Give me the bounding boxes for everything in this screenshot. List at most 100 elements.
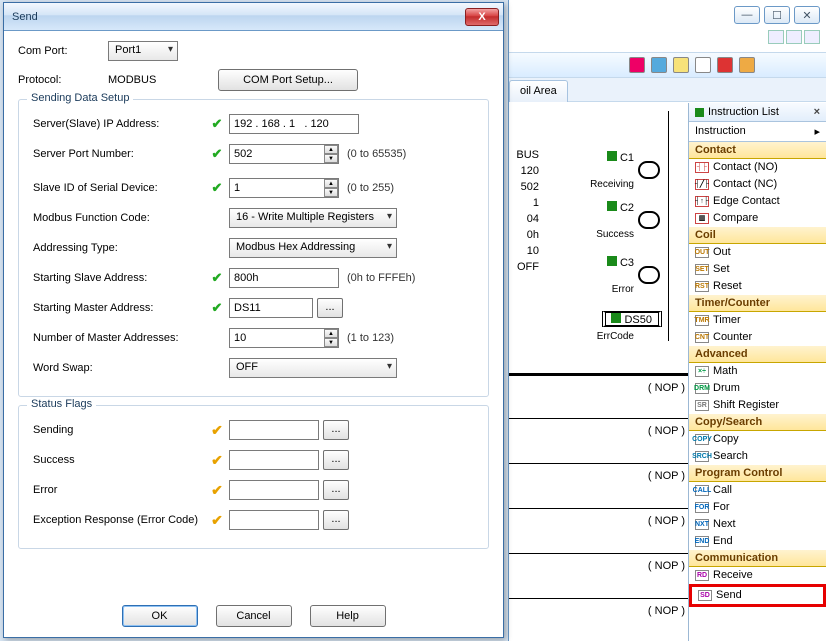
coil-c2-label: C2 — [607, 201, 634, 214]
tab-coil-area[interactable]: oil Area — [509, 80, 568, 102]
item-call[interactable]: CALLCall — [689, 482, 826, 499]
item-contact-no[interactable]: ┤├Contact (NO) — [689, 159, 826, 176]
category-communication: Communication — [689, 550, 826, 567]
spin-up-icon[interactable]: ▲ — [324, 329, 338, 338]
item-drum[interactable]: DRMDrum — [689, 380, 826, 397]
sending-input[interactable] — [229, 420, 319, 440]
slave-addr-label: Starting Slave Address: — [33, 272, 209, 284]
item-edge-contact[interactable]: ┤↑├Edge Contact — [689, 193, 826, 210]
item-counter[interactable]: CNTCounter — [689, 329, 826, 346]
item-compare[interactable]: ▥Compare — [689, 210, 826, 227]
error-label: Error — [33, 484, 209, 496]
close-panel-icon[interactable]: × — [814, 106, 820, 118]
chevron-right-icon: ▸ — [814, 125, 820, 138]
port-label: Server Port Number: — [33, 148, 209, 160]
check-icon: ✔ — [209, 300, 225, 316]
toolbar-icon-4[interactable] — [695, 57, 711, 73]
slaveid-input[interactable] — [229, 178, 339, 198]
browse-button[interactable]: ... — [323, 420, 349, 440]
item-timer[interactable]: TMRTimer — [689, 312, 826, 329]
browse-button[interactable]: ... — [323, 450, 349, 470]
dialog-close-button[interactable]: X — [465, 8, 499, 26]
num-addr-input[interactable] — [229, 328, 339, 348]
item-for[interactable]: FORFor — [689, 499, 826, 516]
ok-button[interactable]: OK — [122, 605, 198, 627]
spin-down-icon[interactable]: ▼ — [324, 338, 338, 347]
master-addr-input[interactable] — [229, 298, 313, 318]
send-instruction-block: BUS 120 502 1 04 0h 10 OFF C1 Receiving … — [509, 111, 669, 341]
cancel-button[interactable]: Cancel — [216, 605, 292, 627]
minimize-button[interactable]: — — [734, 6, 760, 24]
toolbar-icon-1[interactable] — [629, 57, 645, 73]
item-end[interactable]: ENDEnd — [689, 533, 826, 550]
protocol-label: Protocol: — [18, 74, 108, 86]
spin-up-icon[interactable]: ▲ — [324, 145, 338, 154]
item-copy[interactable]: COPYCopy — [689, 431, 826, 448]
ip-input[interactable] — [229, 114, 359, 134]
item-out[interactable]: OUTOut — [689, 244, 826, 261]
addr-type-combo[interactable]: Modbus Hex Addressing — [229, 238, 397, 258]
coil-c2 — [638, 211, 660, 229]
ladder-diagram: BUS 120 502 1 04 0h 10 OFF C1 Receiving … — [509, 103, 693, 641]
instruction-subtitle[interactable]: Instruction ▸ — [689, 122, 826, 142]
swap-combo[interactable]: OFF — [229, 358, 397, 378]
category-contact: Contact — [689, 142, 826, 159]
success-input[interactable] — [229, 450, 319, 470]
nop-text: ( NOP ) — [648, 605, 685, 617]
protocol-value: MODBUS — [108, 74, 218, 86]
help-button[interactable]: Help — [310, 605, 386, 627]
browse-button[interactable]: ... — [317, 298, 343, 318]
item-set[interactable]: SETSet — [689, 261, 826, 278]
func-combo[interactable]: 16 - Write Multiple Registers — [229, 208, 397, 228]
toolbar-icon-5[interactable] — [717, 57, 733, 73]
param-slaveid: 1 — [509, 195, 539, 211]
success-label: Success — [596, 229, 634, 240]
toolbar-icon-2[interactable] — [651, 57, 667, 73]
nop-text: ( NOP ) — [648, 560, 685, 572]
item-contact-nc[interactable]: ┤╱├Contact (NC) — [689, 176, 826, 193]
tab-bar: oil Area — [509, 78, 826, 102]
item-shift-register[interactable]: SRShift Register — [689, 397, 826, 414]
close-app-button[interactable]: ✕ — [794, 6, 820, 24]
item-receive[interactable]: RDReceive — [689, 567, 826, 584]
mdi-restore-icon[interactable] — [786, 30, 802, 44]
toolbar-icon-3[interactable] — [673, 57, 689, 73]
slave-addr-input[interactable] — [229, 268, 339, 288]
ds50-label: DS50 — [611, 313, 652, 326]
status-flags-group: Status Flags Sending ✔ ... Success ✔ ...… — [18, 405, 489, 549]
nop-row-2: ( NOP ) — [509, 418, 693, 448]
nop-text: ( NOP ) — [648, 382, 685, 394]
coil-c1 — [638, 161, 660, 179]
category-advanced: Advanced — [689, 346, 826, 363]
status-flags-title: Status Flags — [27, 398, 96, 410]
mdi-min-icon[interactable] — [768, 30, 784, 44]
browse-button[interactable]: ... — [323, 510, 349, 530]
spin-up-icon[interactable]: ▲ — [324, 179, 338, 188]
comport-combo[interactable]: Port1 — [108, 41, 178, 61]
check-icon: ✔ — [209, 270, 225, 286]
com-port-setup-button[interactable]: COM Port Setup... — [218, 69, 358, 91]
item-math[interactable]: ×÷Math — [689, 363, 826, 380]
toolbar-icon-6[interactable] — [739, 57, 755, 73]
instruction-list-title-text: Instruction List — [708, 106, 814, 118]
mdi-close-icon[interactable] — [804, 30, 820, 44]
port-input[interactable] — [229, 144, 339, 164]
app-window-controls: — ☐ ✕ — [734, 6, 820, 24]
warn-icon: ✔ — [209, 512, 225, 529]
exception-input[interactable] — [229, 510, 319, 530]
spin-down-icon[interactable]: ▼ — [324, 188, 338, 197]
item-search[interactable]: SRCHSearch — [689, 448, 826, 465]
warn-icon: ✔ — [209, 482, 225, 499]
browse-button[interactable]: ... — [323, 480, 349, 500]
item-send[interactable]: SDSend — [692, 587, 823, 604]
item-next[interactable]: NXTNext — [689, 516, 826, 533]
ip-label: Server(Slave) IP Address: — [33, 118, 209, 130]
slave-addr-range: (0h to FFFEh) — [347, 272, 415, 284]
spin-down-icon[interactable]: ▼ — [324, 154, 338, 163]
warn-icon: ✔ — [209, 452, 225, 469]
error-input[interactable] — [229, 480, 319, 500]
toolbar — [509, 52, 826, 78]
nop-text: ( NOP ) — [648, 425, 685, 437]
item-reset[interactable]: RSTReset — [689, 278, 826, 295]
maximize-button[interactable]: ☐ — [764, 6, 790, 24]
